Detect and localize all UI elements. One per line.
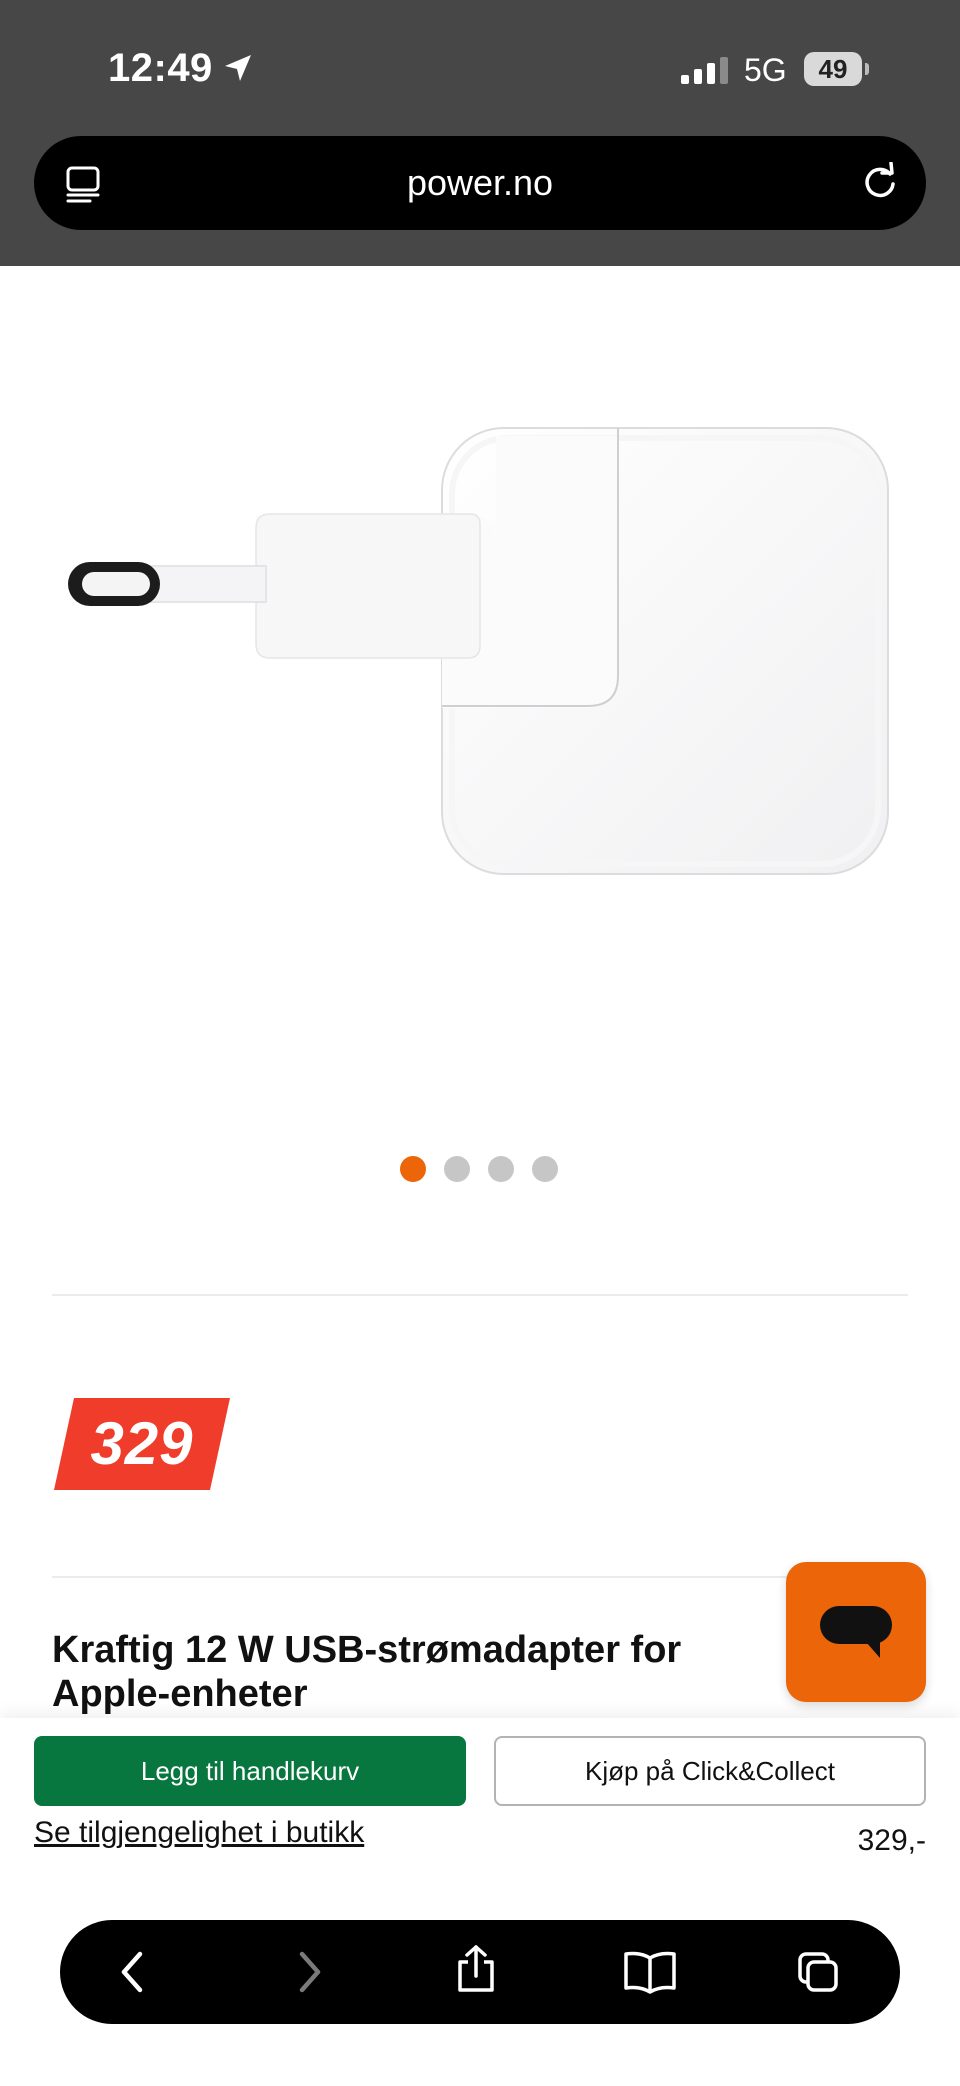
chat-bubble-icon: [820, 1606, 892, 1658]
chevron-left-icon[interactable]: [112, 1950, 156, 1994]
carousel-dot-active[interactable]: [400, 1156, 426, 1182]
carousel-dots: [400, 1156, 558, 1182]
network-type: 5G: [744, 52, 787, 88]
share-icon[interactable]: [454, 1944, 498, 1994]
signal-icon: [681, 57, 728, 84]
browser-top-chrome: 12:49 5G 49 power.no: [0, 0, 960, 266]
carousel-dot[interactable]: [444, 1156, 470, 1182]
tabs-icon[interactable]: [796, 1950, 840, 1994]
location-arrow-icon: [225, 55, 251, 81]
battery-level: 49: [818, 54, 848, 84]
url-text[interactable]: power.no: [34, 136, 926, 230]
price-badge-value: 329: [90, 1410, 194, 1477]
battery-indicator: 49: [804, 52, 862, 86]
address-bar[interactable]: power.no: [34, 136, 926, 230]
click-collect-button[interactable]: Kjøp på Click&Collect: [494, 1736, 926, 1806]
chat-button[interactable]: [786, 1562, 926, 1702]
battery-tip: [865, 63, 869, 75]
power-adapter-illustration: [68, 427, 889, 875]
product-title: Kraftig 12 W USB-strømadapter for Apple-…: [52, 1629, 682, 1715]
book-icon[interactable]: [622, 1950, 678, 1994]
browser-bottom-toolbar: [60, 1920, 900, 2024]
reload-icon[interactable]: [860, 162, 900, 202]
price-badge: 329: [54, 1398, 230, 1490]
sticky-buy-bar: Legg til handlekurv Kjøp på Click&Collec…: [0, 1718, 960, 2086]
divider: [52, 1294, 908, 1296]
chevron-right-icon[interactable]: [286, 1950, 330, 1994]
carousel-dot[interactable]: [488, 1156, 514, 1182]
status-time: 12:49: [108, 46, 213, 90]
carousel-dot[interactable]: [532, 1156, 558, 1182]
divider: [52, 1576, 908, 1578]
add-to-cart-button[interactable]: Legg til handlekurv: [34, 1736, 466, 1806]
store-availability-link[interactable]: Se tilgjengelighet i butikk: [34, 1816, 364, 1850]
sticky-price: 329,-: [857, 1824, 926, 1857]
product-image[interactable]: [0, 266, 960, 1126]
